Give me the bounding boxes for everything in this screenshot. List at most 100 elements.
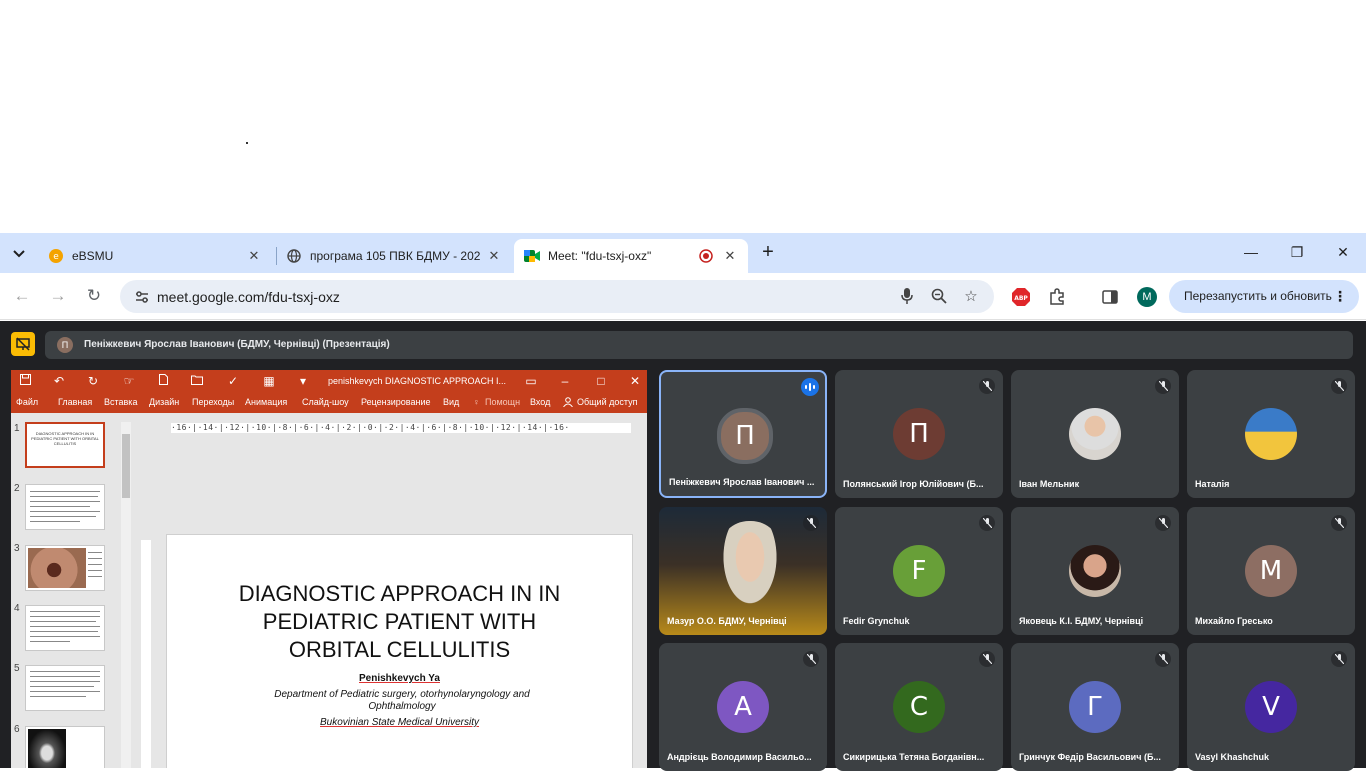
tab-ebsmu[interactable]: e eBSMU ✕ <box>38 239 272 273</box>
address-bar[interactable]: meet.google.com/fdu-tsxj-oxz ☆ <box>120 280 994 313</box>
vertical-ruler <box>141 540 151 768</box>
more-menu-icon[interactable]: ⋮ <box>1333 280 1347 313</box>
ppt-close-icon: ✕ <box>629 374 641 388</box>
participant-name: Мазур О.О. БДМУ, Чернівці <box>667 616 787 626</box>
thumbnail-scrollbar[interactable] <box>121 422 131 768</box>
ribbon-options-icon: ▭ <box>525 374 537 388</box>
tab-meet[interactable]: Meet: "fdu-tsxj-oxz" ✕ <box>514 239 748 273</box>
mic-off-icon <box>1331 651 1347 667</box>
slide-author: Penishkevych Ya <box>359 673 440 684</box>
tab-programa[interactable]: програма 105 ПВК БДМУ - 202 ✕ <box>276 239 512 273</box>
slide-title: DIAGNOSTIC APPROACH IN IN PEDIATRIC PATI… <box>167 580 632 664</box>
mic-off-icon <box>803 515 819 531</box>
participant-name: Гринчук Федір Васильович (Б... <box>1019 752 1161 762</box>
relaunch-update-button[interactable]: Перезапустить и обновить ⋮ <box>1169 280 1359 313</box>
participant-tile[interactable]: М Михайло Гресько <box>1187 507 1355 635</box>
mic-off-icon <box>1155 651 1171 667</box>
participant-tile[interactable]: Наталія <box>1187 370 1355 498</box>
participant-tile[interactable]: П Полянський Ігор Юлійович (Б... <box>835 370 1003 498</box>
slide-thumbnail <box>25 545 105 591</box>
participant-tile[interactable]: Яковець К.І. БДМУ, Чернівці <box>1011 507 1179 635</box>
blank-area <box>0 0 1366 233</box>
slide-title-line: DIAGNOSTIC APPROACH IN IN <box>238 581 561 606</box>
new-tab-button[interactable]: + <box>758 242 778 262</box>
reload-button[interactable]: ↻ <box>84 286 104 306</box>
participant-photo <box>1069 545 1121 597</box>
restore-button[interactable]: ❐ <box>1287 242 1307 262</box>
thumb-number: 4 <box>14 603 20 614</box>
zoom-icon[interactable] <box>930 288 948 306</box>
slide-canvas: DIAGNOSTIC APPROACH IN IN PEDIATRIC PATI… <box>166 534 633 768</box>
site-settings-icon[interactable] <box>134 289 150 305</box>
participant-avatar: П <box>893 408 945 460</box>
forward-button[interactable]: → <box>48 286 68 306</box>
participant-avatar: П <box>717 408 773 464</box>
participant-tile[interactable]: V Vasyl Khashchuk <box>1187 643 1355 771</box>
ppt-minimize-icon: – <box>561 374 569 388</box>
ribbon-tab: Слайд-шоу <box>302 397 349 407</box>
thumb-number: 3 <box>14 543 20 554</box>
participant-avatar: Г <box>1069 681 1121 733</box>
table-icon: ▦ <box>263 374 275 388</box>
tab-search-button[interactable] <box>8 243 30 265</box>
ppt-document-title: penishkevych DIAGNOSTIC APPROACH I... <box>328 376 507 386</box>
save-icon <box>17 373 33 389</box>
presentation-icon[interactable] <box>11 332 35 356</box>
undo-icon: ↶ <box>53 374 65 388</box>
adblock-icon[interactable]: ABP <box>1011 287 1031 307</box>
back-button[interactable]: ← <box>12 286 32 306</box>
participant-name: Fedir Grynchuk <box>843 616 910 626</box>
participant-tile[interactable]: Іван Мельник <box>1011 370 1179 498</box>
touch-mode-icon: ☞ <box>123 374 135 388</box>
scrollbar-thumb[interactable] <box>122 434 130 498</box>
mic-off-icon <box>803 651 819 667</box>
slide-thumbnails: 1 DIAGNOSTIC APPROACH IN IN PEDIATRIC PA… <box>11 413 133 768</box>
slide-thumbnail: DIAGNOSTIC APPROACH IN IN PEDIATRIC PATI… <box>25 422 105 468</box>
participant-tile[interactable]: П Пеніжкевич Ярослав Іванович ... <box>659 370 827 498</box>
slide-title-line: ORBITAL CELLULITIS <box>288 637 511 662</box>
extensions-puzzle-icon[interactable] <box>1047 287 1067 307</box>
presenting-label: Пеніжкевич Ярослав Іванович (БДМУ, Черні… <box>84 339 390 350</box>
thumb-number: 2 <box>14 483 20 494</box>
participant-avatar: А <box>717 681 769 733</box>
browser-toolbar: ← → ↻ meet.google.com/fdu-tsxj-oxz ☆ ABP… <box>0 273 1366 320</box>
tab-title: Meet: "fdu-tsxj-oxz" <box>548 249 652 263</box>
close-icon[interactable]: ✕ <box>246 248 262 264</box>
participant-avatar: С <box>893 681 945 733</box>
profile-avatar[interactable]: M <box>1137 287 1157 307</box>
participant-tile[interactable]: Г Гринчук Федір Васильович (Б... <box>1011 643 1179 771</box>
mic-off-icon <box>1155 515 1171 531</box>
svg-text:e: e <box>53 252 59 262</box>
participant-name: Пеніжкевич Ярослав Іванович ... <box>669 477 815 487</box>
participant-tile[interactable]: Мазур О.О. БДМУ, Чернівці <box>659 507 827 635</box>
bookmark-star-icon[interactable]: ☆ <box>962 288 980 306</box>
ribbon-tab: Переходы <box>192 397 235 407</box>
close-window-button[interactable]: ✕ <box>1333 242 1353 262</box>
thumb-number: 6 <box>14 724 20 735</box>
thumb-number: 1 <box>14 423 20 434</box>
ribbon-tab: Главная <box>58 397 93 407</box>
participant-photo <box>1245 408 1297 460</box>
recording-icon <box>698 248 714 264</box>
close-icon[interactable]: ✕ <box>486 248 502 264</box>
redo-icon: ↻ <box>87 374 99 388</box>
close-icon[interactable]: ✕ <box>722 248 738 264</box>
slide-university: Bukovinian State Medical University <box>320 717 479 728</box>
presenter-avatar: П <box>57 337 73 353</box>
share-user-icon <box>563 397 573 409</box>
participant-name: Vasyl Khashchuk <box>1195 752 1270 762</box>
participant-tile[interactable]: А Андрієць Володимир Васильо... <box>659 643 827 771</box>
ribbon-tab: Помощн <box>485 397 521 407</box>
participant-name: Михайло Гресько <box>1195 616 1273 626</box>
slide-thumbnail <box>25 665 105 711</box>
mic-off-icon <box>979 515 995 531</box>
minimize-button[interactable]: — <box>1241 242 1261 262</box>
mic-off-icon <box>1331 378 1347 394</box>
microphone-icon[interactable] <box>898 288 916 306</box>
ribbon-tab: Вход <box>530 397 551 407</box>
ribbon-tab: Анимация <box>245 397 288 407</box>
url-text: meet.google.com/fdu-tsxj-oxz <box>157 289 340 305</box>
participant-tile[interactable]: F Fedir Grynchuk <box>835 507 1003 635</box>
participant-tile[interactable]: С Сикирицька Тетяна Богданівн... <box>835 643 1003 771</box>
side-panel-icon[interactable] <box>1100 287 1120 307</box>
